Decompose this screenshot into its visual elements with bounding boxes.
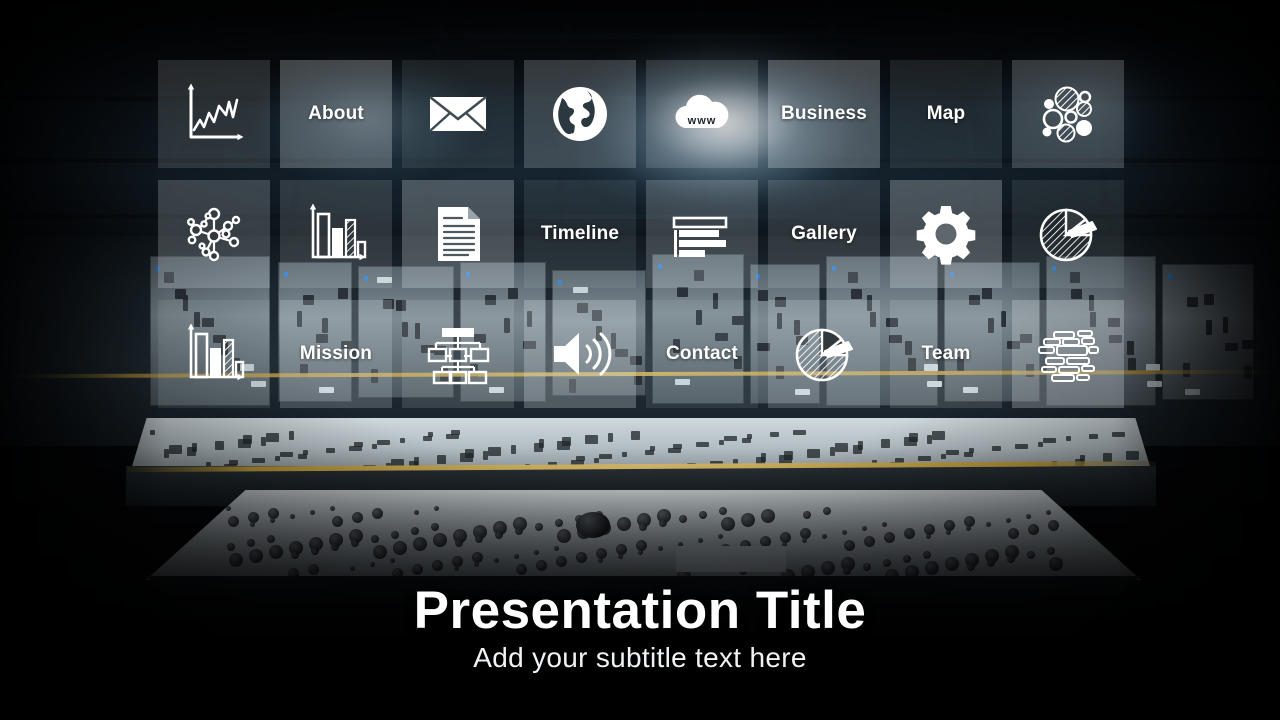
- line-chart-icon: [182, 82, 246, 146]
- tile-contact[interactable]: Contact: [646, 300, 758, 408]
- tile-about[interactable]: About: [280, 60, 392, 168]
- envelope-icon: [426, 82, 490, 146]
- tile-gear[interactable]: [890, 180, 1002, 288]
- tile-cloud-www[interactable]: www: [646, 60, 758, 168]
- globe-icon: [548, 82, 612, 146]
- tile-globe[interactable]: [524, 60, 636, 168]
- tile-network[interactable]: [158, 180, 270, 288]
- word-cloud-icon: [1036, 322, 1100, 386]
- tile-label: Contact: [665, 343, 739, 364]
- tile-envelope[interactable]: [402, 60, 514, 168]
- tile-gallery[interactable]: Gallery: [768, 180, 880, 288]
- tile-document[interactable]: [402, 180, 514, 288]
- presentation-slide: About www Business Map Timeline Gallery …: [0, 0, 1280, 720]
- bubble-chart-icon: [1036, 82, 1100, 146]
- tile-label: Timeline: [540, 223, 620, 244]
- tile-org-chart[interactable]: [402, 300, 514, 408]
- tile-gantt[interactable]: [646, 180, 758, 288]
- tile-label: Gallery: [791, 223, 857, 244]
- tile-business[interactable]: Business: [768, 60, 880, 168]
- tile-word-cloud[interactable]: [1012, 300, 1124, 408]
- svg-text:www: www: [687, 115, 717, 127]
- tile-bar-chart-b[interactable]: [158, 300, 270, 408]
- bar-chart-icon: [304, 202, 368, 266]
- tile-speaker[interactable]: [524, 300, 636, 408]
- tile-line-chart[interactable]: [158, 60, 270, 168]
- tile-map[interactable]: Map: [890, 60, 1002, 168]
- tile-label: Business: [780, 103, 868, 124]
- pie-chart-icon: [792, 322, 856, 386]
- page-subtitle: Add your subtitle text here: [473, 642, 807, 674]
- speaker-volume-icon: [548, 322, 612, 386]
- tile-label: About: [308, 103, 364, 124]
- tile-mission[interactable]: Mission: [280, 300, 392, 408]
- menu-tile-grid: About www Business Map Timeline Gallery …: [158, 60, 1124, 408]
- tile-label: Map: [926, 103, 966, 124]
- gantt-bars-icon: [670, 202, 734, 266]
- bar-chart-icon: [182, 322, 246, 386]
- pie-chart-icon: [1036, 202, 1100, 266]
- org-chart-icon: [426, 322, 490, 386]
- tile-bar-chart-a[interactable]: [280, 180, 392, 288]
- title-block: Presentation Title Add your subtitle tex…: [0, 583, 1280, 674]
- tile-team[interactable]: Team: [890, 300, 1002, 408]
- tile-bubble-chart[interactable]: [1012, 60, 1124, 168]
- tile-pie-chart-b[interactable]: [768, 300, 880, 408]
- tile-label: Team: [921, 343, 971, 364]
- document-icon: [426, 202, 490, 266]
- network-nodes-icon: [182, 202, 246, 266]
- tile-timeline[interactable]: Timeline: [524, 180, 636, 288]
- gear-icon: [914, 202, 978, 266]
- page-title: Presentation Title: [413, 581, 867, 640]
- tile-pie-chart-a[interactable]: [1012, 180, 1124, 288]
- tile-label: Mission: [299, 343, 373, 364]
- cloud-www-icon: www: [670, 82, 734, 146]
